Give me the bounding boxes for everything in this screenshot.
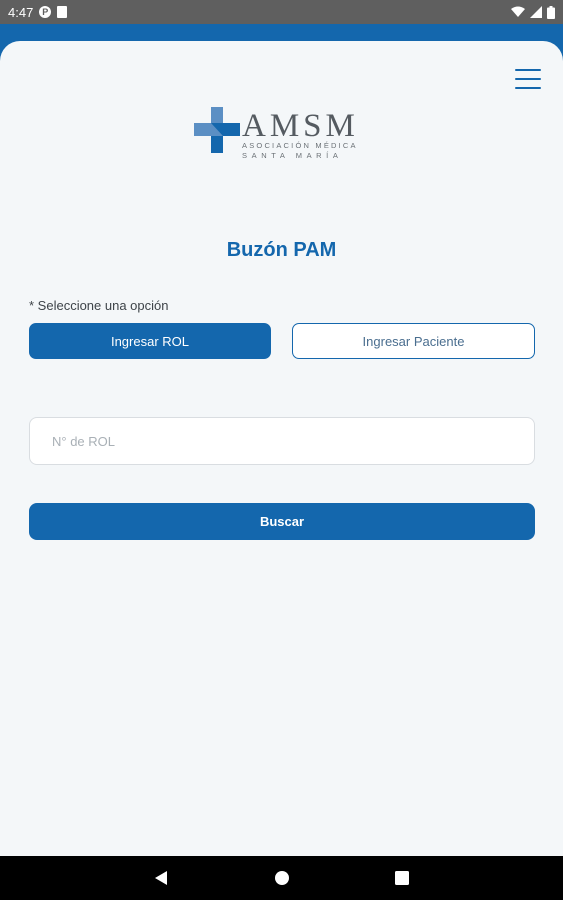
ingresar-rol-button[interactable]: Ingresar ROL	[29, 323, 271, 359]
status-left: 4:47 P	[8, 4, 68, 20]
battery-icon	[547, 5, 555, 19]
hamburger-menu-icon[interactable]	[515, 69, 541, 89]
home-circle-icon[interactable]	[267, 856, 297, 900]
main-card: AMSM ASOCIACIÓN MÉDICA SANTA MARÍA Buzón…	[0, 41, 563, 856]
status-bar: 4:47 P	[0, 0, 563, 24]
logo-subtitle-line2: SANTA MARÍA	[242, 151, 343, 160]
amsm-logo: AMSM ASOCIACIÓN MÉDICA SANTA MARÍA	[194, 107, 370, 165]
logo-name: AMSM	[242, 108, 359, 144]
recent-square-icon[interactable]	[387, 856, 417, 900]
signal-icon	[530, 6, 542, 18]
logo-subtitle-line1: ASOCIACIÓN MÉDICA	[242, 141, 358, 150]
option-label: * Seleccione una opción	[29, 298, 169, 313]
status-right	[511, 5, 555, 19]
back-triangle-icon[interactable]	[146, 856, 176, 900]
status-time: 4:47	[8, 4, 34, 20]
page-title: Buzón PAM	[226, 239, 337, 261]
medical-cross-logo-icon	[194, 107, 240, 153]
ingresar-paciente-button[interactable]: Ingresar Paciente	[292, 323, 535, 359]
sim-card-icon	[57, 6, 68, 18]
android-nav-bar	[0, 856, 563, 900]
rol-number-input[interactable]	[29, 417, 535, 465]
notification-p-icon: P	[39, 6, 52, 18]
wifi-icon	[511, 6, 525, 17]
buscar-button[interactable]: Buscar	[29, 503, 535, 540]
